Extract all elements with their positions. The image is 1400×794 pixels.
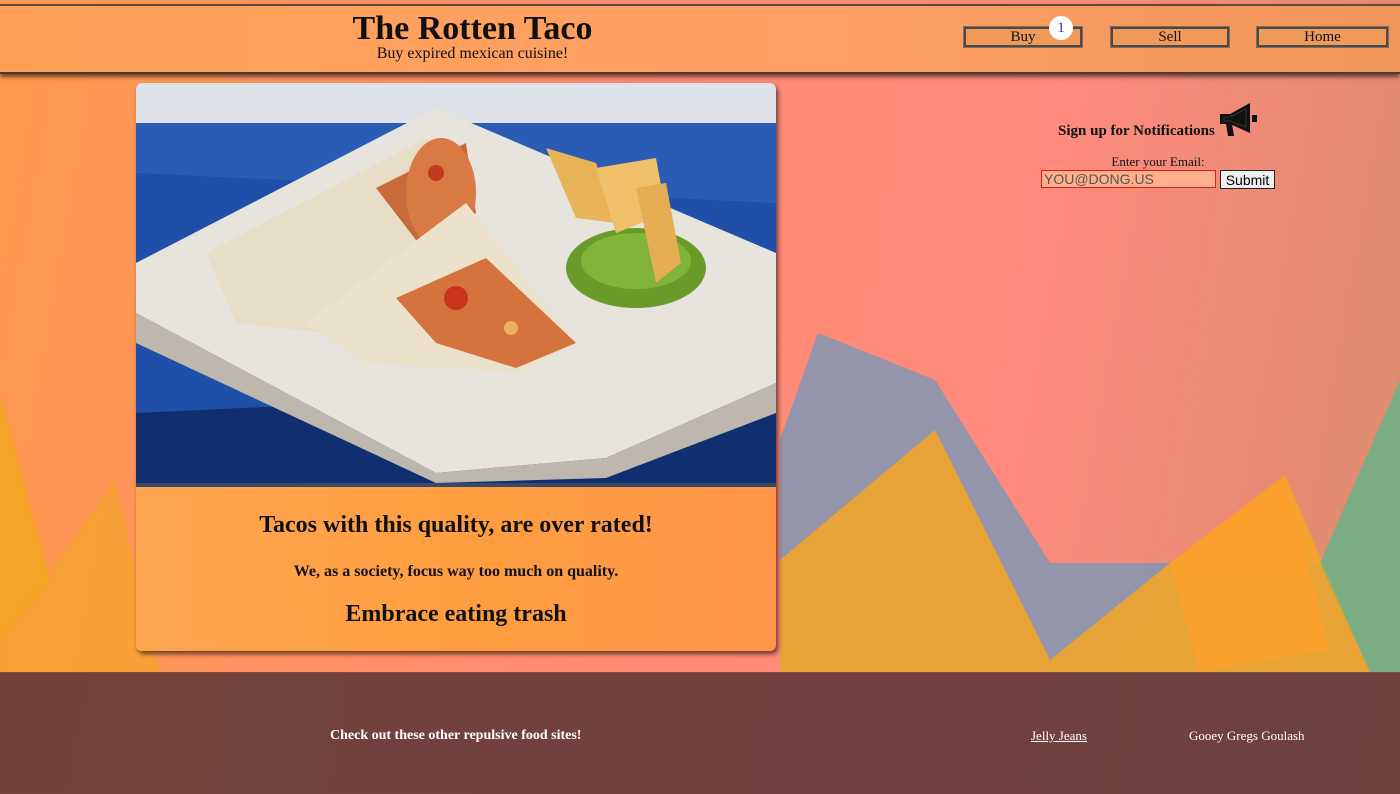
email-label: Enter your Email: (1111, 154, 1205, 169)
card-text: We, as a society, focus way too much on … (293, 563, 619, 580)
site-header: The Rotten Taco Buy expired mexican cuis… (0, 4, 1400, 74)
notification-title: Sign up for Notifications (1058, 123, 1215, 139)
submit-button[interactable]: Submit (1220, 170, 1275, 189)
featured-card: Tacos with this quality, are over rated!… (136, 83, 776, 651)
site-footer: Check out these other repulsive food sit… (0, 672, 1400, 794)
cart-count-badge: 1 (1049, 16, 1073, 40)
footer-link-jelly-jeans[interactable]: Jelly Jeans (1031, 728, 1087, 744)
email-input[interactable] (1041, 170, 1216, 188)
home-button[interactable]: Home (1256, 26, 1389, 48)
brand: The Rotten Taco Buy expired mexican cuis… (300, 12, 645, 62)
megaphone-icon (1220, 103, 1257, 136)
card-body: Tacos with this quality, are over rated!… (136, 487, 776, 651)
card-subheading: Embrace eating trash (345, 601, 567, 627)
site-tagline: Buy expired mexican cuisine! (376, 45, 569, 62)
site-title: The Rotten Taco (352, 10, 593, 47)
footer-link-gooey-gregs-goulash[interactable]: Gooey Gregs Goulash (1189, 728, 1305, 744)
footer-cta: Check out these other repulsive food sit… (330, 728, 582, 743)
sell-button[interactable]: Sell (1110, 26, 1230, 48)
card-heading: Tacos with this quality, are over rated! (259, 512, 653, 538)
burrito-photo (136, 83, 776, 483)
